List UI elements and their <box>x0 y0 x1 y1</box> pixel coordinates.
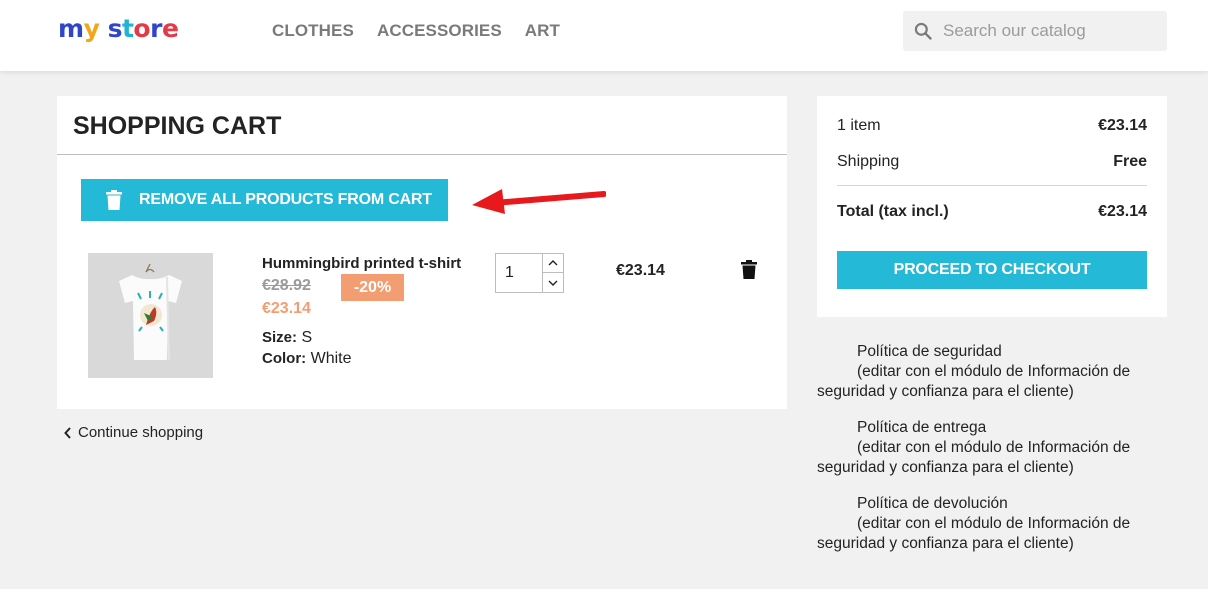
product-name[interactable]: Hummingbird printed t-shirt <box>262 255 461 272</box>
nav-clothes[interactable]: CLOTHES <box>272 21 354 41</box>
reassurance-security: Política de seguridad (editar con el mód… <box>817 342 1167 402</box>
main-nav: CLOTHES ACCESSORIES ART <box>272 21 560 41</box>
logo-letter: m <box>58 14 84 43</box>
summary-shipping-row: Shipping Free <box>837 153 1147 171</box>
color-label: Color: <box>262 350 307 367</box>
remove-all-button[interactable]: REMOVE ALL PRODUCTS FROM CART <box>81 179 448 221</box>
total-label: Total (tax incl.) <box>837 203 949 220</box>
logo-letter: s <box>107 14 123 43</box>
trash-icon <box>106 190 122 210</box>
reassurance-desc: (editar con el módulo de Información de … <box>817 515 1131 552</box>
red-arrow-annotation <box>472 189 606 214</box>
cart-panel: SHOPPING CART REMOVE ALL PRODUCTS FROM C… <box>57 96 787 409</box>
nav-accessories[interactable]: ACCESSORIES <box>377 21 502 41</box>
logo-letter: e <box>161 14 179 43</box>
product-size: Size: S <box>262 329 312 347</box>
reassurance-title: Política de seguridad <box>857 343 1002 360</box>
reassurance-title: Política de devolución <box>857 495 1008 512</box>
logo-letter: r <box>150 14 162 43</box>
color-value: White <box>310 350 352 367</box>
reassurance-desc: (editar con el módulo de Información de … <box>817 439 1131 476</box>
regular-price: €28.92 <box>262 277 311 294</box>
logo-letter: o <box>133 14 151 43</box>
product-price: €23.14 <box>262 300 311 317</box>
size-value: S <box>301 329 313 346</box>
delete-item-icon[interactable] <box>741 260 757 279</box>
divider <box>837 185 1147 186</box>
quantity-stepper: 1 <box>495 253 564 293</box>
nav-art[interactable]: ART <box>525 21 560 41</box>
total-value: €23.14 <box>1098 203 1147 220</box>
reassurance-returns: Política de devolución (editar con el mó… <box>817 494 1167 554</box>
reassurance-delivery: Política de entrega (editar con el módul… <box>817 418 1167 478</box>
quantity-increase-button[interactable] <box>543 254 563 273</box>
shipping-value: Free <box>1113 153 1147 170</box>
search-input[interactable]: Search our catalog <box>943 21 1086 41</box>
remove-all-label: REMOVE ALL PRODUCTS FROM CART <box>139 191 432 208</box>
logo-letter <box>99 14 107 43</box>
shipping-label: Shipping <box>837 153 900 170</box>
logo-letter: y <box>83 14 100 43</box>
chevron-up-icon <box>548 260 558 266</box>
quantity-decrease-button[interactable] <box>543 273 563 292</box>
summary-total-row: Total (tax incl.) €23.14 <box>837 203 1147 221</box>
divider <box>57 154 787 155</box>
site-header: my store CLOTHES ACCESSORIES ART Search … <box>0 0 1208 71</box>
summary-items-row: 1 item €23.14 <box>837 117 1147 135</box>
product-image[interactable] <box>88 253 213 378</box>
page-title: SHOPPING CART <box>73 112 282 140</box>
product-color: Color: White <box>262 350 352 368</box>
line-total: €23.14 <box>616 262 665 279</box>
proceed-to-checkout-button[interactable]: PROCEED TO CHECKOUT <box>837 251 1147 289</box>
continue-shopping-label: Continue shopping <box>78 424 204 441</box>
reassurance-title: Política de entrega <box>857 419 987 436</box>
search-box[interactable]: Search our catalog <box>903 11 1167 51</box>
discount-badge: -20% <box>341 274 404 301</box>
chevron-left-icon <box>64 426 71 439</box>
items-count: 1 item <box>837 117 881 134</box>
chevron-down-icon <box>548 280 558 286</box>
continue-shopping-link[interactable]: Continue shopping <box>64 424 203 441</box>
items-subtotal: €23.14 <box>1098 117 1147 134</box>
cart-summary: 1 item €23.14 Shipping Free Total (tax i… <box>817 96 1167 317</box>
reassurance-desc: (editar con el módulo de Información de … <box>817 363 1131 400</box>
store-logo[interactable]: my store <box>58 14 179 43</box>
logo-letter: t <box>121 14 134 43</box>
quantity-buttons <box>542 254 563 292</box>
quantity-input[interactable]: 1 <box>505 264 514 282</box>
search-icon <box>914 22 932 40</box>
size-label: Size: <box>262 329 298 346</box>
